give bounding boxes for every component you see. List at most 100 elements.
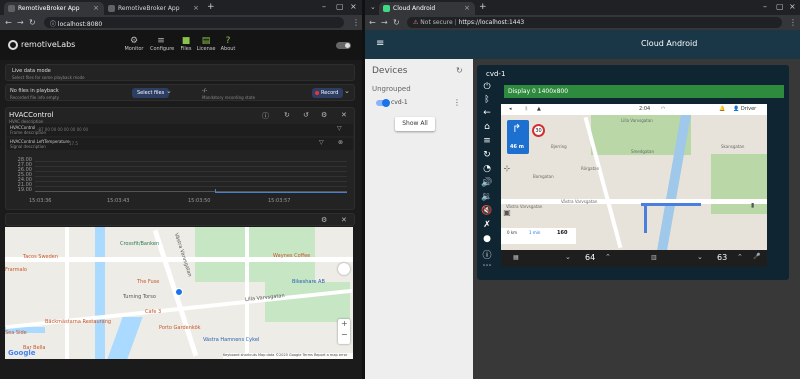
window-divider xyxy=(362,0,365,379)
forward-icon[interactable]: → xyxy=(381,18,388,27)
grid-icon[interactable]: ▦ xyxy=(513,254,519,261)
android-screen[interactable]: ◂ ᛒ ▲ 2:04 ◠ 🔔 👤 Driver Lilla Varvsgatan… xyxy=(501,104,767,250)
hamburger-menu-icon[interactable]: ≡ xyxy=(376,38,384,49)
map-label: Cafe 3 xyxy=(145,309,162,315)
chevron-down-icon[interactable]: ⌄ xyxy=(166,87,172,95)
nav-monitor[interactable]: ⚙ Monitor xyxy=(123,37,145,53)
filter-icon[interactable]: ▽ xyxy=(319,139,324,146)
temp-right-down[interactable]: ⌄ xyxy=(697,253,703,261)
theme-toggle[interactable] xyxy=(336,42,351,49)
device-name[interactable]: cvd-1 xyxy=(391,99,408,106)
close-window-icon[interactable]: × xyxy=(789,2,796,11)
temp-left-down[interactable]: ⌄ xyxy=(565,253,571,261)
back-icon[interactable]: ← xyxy=(477,108,497,118)
fan-icon[interactable]: ▥ xyxy=(651,254,657,261)
tab-remotive-1[interactable]: RemotiveBroker App × xyxy=(4,2,104,15)
location-icon[interactable]: ● xyxy=(477,234,497,244)
more-icon[interactable]: ⋯ xyxy=(477,261,497,271)
microphone-icon[interactable]: 🎤 xyxy=(753,253,760,260)
close-icon[interactable]: × xyxy=(193,4,199,12)
url-field[interactable]: ⚠ Not secure | https://localhost:1443 xyxy=(407,17,782,28)
record-dot-icon xyxy=(315,91,319,95)
refresh-icon[interactable]: ↻ xyxy=(456,66,463,75)
minimize-icon[interactable]: – xyxy=(322,2,326,11)
new-tab-icon[interactable]: + xyxy=(207,2,215,12)
back-icon[interactable]: ← xyxy=(5,18,12,27)
tab-cloud-android[interactable]: Cloud Android × xyxy=(379,2,475,15)
folder-icon: ■ xyxy=(181,36,191,46)
browser-menu-icon[interactable]: ⋮ xyxy=(352,18,360,27)
volume-down-icon[interactable]: 🔉 xyxy=(477,192,497,202)
address-bar: ← → ↻ ⓘ localhost:8080 ⋮ xyxy=(0,15,362,30)
info-icon[interactable]: ⓘ xyxy=(477,248,497,261)
pegman-icon[interactable] xyxy=(338,263,350,275)
tab-remotive-2[interactable]: RemotiveBroker App × xyxy=(104,2,204,15)
signal-row[interactable]: HVACControl.LeftTemperature Signal descr… xyxy=(7,138,353,150)
location-marker[interactable] xyxy=(175,288,183,296)
menu-icon[interactable]: ≡ xyxy=(477,136,497,146)
frame-row[interactable]: HVACControl Frame description -87 00 00 … xyxy=(7,124,353,136)
x-tick: 15:03:43 xyxy=(107,198,130,204)
map-park xyxy=(711,154,767,214)
back-icon[interactable]: ← xyxy=(369,18,376,27)
show-all-button[interactable]: Show All xyxy=(395,117,435,131)
zoom-control[interactable]: + − xyxy=(338,319,350,344)
map-label: Waynes Coffee xyxy=(273,253,311,259)
settings-icon[interactable]: ⚙ xyxy=(321,216,327,224)
screenshot-icon[interactable]: ◔ xyxy=(477,164,497,174)
url-field[interactable]: ⓘ localhost:8080 xyxy=(44,17,344,28)
maximize-icon[interactable]: ▢ xyxy=(336,2,344,11)
bluetooth-icon[interactable]: ᛒ xyxy=(477,95,497,105)
settings-icon[interactable]: ⚙ xyxy=(321,111,327,119)
reload-icon[interactable]: ↻ xyxy=(29,18,36,27)
mute-icon[interactable]: 🔇 xyxy=(477,206,497,216)
temp-right-up[interactable]: ⌃ xyxy=(737,253,743,261)
browser-menu-icon[interactable]: ⋮ xyxy=(789,18,797,27)
history-icon[interactable]: ↻ xyxy=(284,111,290,119)
new-tab-icon[interactable]: + xyxy=(479,2,487,12)
nav-arrow-icon[interactable]: ◂ xyxy=(509,106,512,112)
nav-configure[interactable]: ≡ Configure xyxy=(150,37,174,53)
map-view[interactable]: Crossfit/Banken Tacos Sweden The Fuse Tu… xyxy=(5,227,353,359)
home-icon[interactable]: ⌂ xyxy=(477,122,497,132)
reload-icon[interactable]: ↻ xyxy=(393,18,400,27)
forward-icon[interactable]: → xyxy=(17,18,24,27)
bell-icon[interactable]: 🔔 xyxy=(719,106,725,112)
close-icon[interactable]: ✕ xyxy=(341,111,347,119)
nav-license[interactable]: ▤ License xyxy=(195,37,217,53)
record-button[interactable]: Record xyxy=(312,88,344,98)
rotate-icon[interactable]: ↻ xyxy=(477,150,497,160)
maximize-icon[interactable]: ▢ xyxy=(776,2,784,11)
power-icon[interactable]: ⏻ xyxy=(477,82,497,92)
temp-left-up[interactable]: ⌃ xyxy=(605,253,611,261)
playback-time-sub: Mandatory recording state xyxy=(202,95,256,100)
zoom-out-icon[interactable]: − xyxy=(341,330,348,339)
tab-search-icon[interactable]: ⌄ xyxy=(370,3,376,11)
right-browser-window: ⌄ Cloud Android × + – ▢ × ← → ↻ ⚠ Not se… xyxy=(365,0,800,379)
volume-up-icon[interactable]: 🔊 xyxy=(477,178,497,188)
refresh-icon[interactable]: ↺ xyxy=(303,111,309,119)
close-circle-icon[interactable]: ⊗ xyxy=(338,139,343,146)
chevron-down-icon[interactable]: ⌄ xyxy=(344,87,350,95)
layers-icon[interactable]: ▣ xyxy=(501,208,513,220)
close-icon[interactable]: ✕ xyxy=(341,216,347,224)
temp-left: 64 xyxy=(585,253,596,262)
driver-label[interactable]: 👤 Driver xyxy=(733,106,756,112)
recenter-icon[interactable]: ⊹ xyxy=(501,164,513,176)
filter-icon[interactable]: ▽ xyxy=(337,125,342,132)
mic-off-icon[interactable]: ✗ xyxy=(477,220,497,230)
minimize-icon[interactable]: – xyxy=(763,2,767,11)
close-icon[interactable]: × xyxy=(93,4,99,12)
zoom-in-icon[interactable]: + xyxy=(341,319,348,328)
close-window-icon[interactable]: × xyxy=(350,2,357,11)
live-mode-panel[interactable]: Live data mode Select files for some pla… xyxy=(5,64,355,81)
info-icon[interactable]: ⓘ xyxy=(262,111,269,121)
device-toggle[interactable] xyxy=(376,99,390,107)
more-options-icon[interactable]: ⋮ xyxy=(453,98,461,107)
select-files-button[interactable]: Select files xyxy=(132,88,170,98)
nav-about[interactable]: ? About xyxy=(217,37,239,53)
nav-files[interactable]: ■ Files xyxy=(175,36,197,53)
security-chip[interactable]: Not secure xyxy=(420,19,452,26)
close-icon[interactable]: × xyxy=(464,4,470,12)
street-label: Bomgatan xyxy=(533,174,554,179)
